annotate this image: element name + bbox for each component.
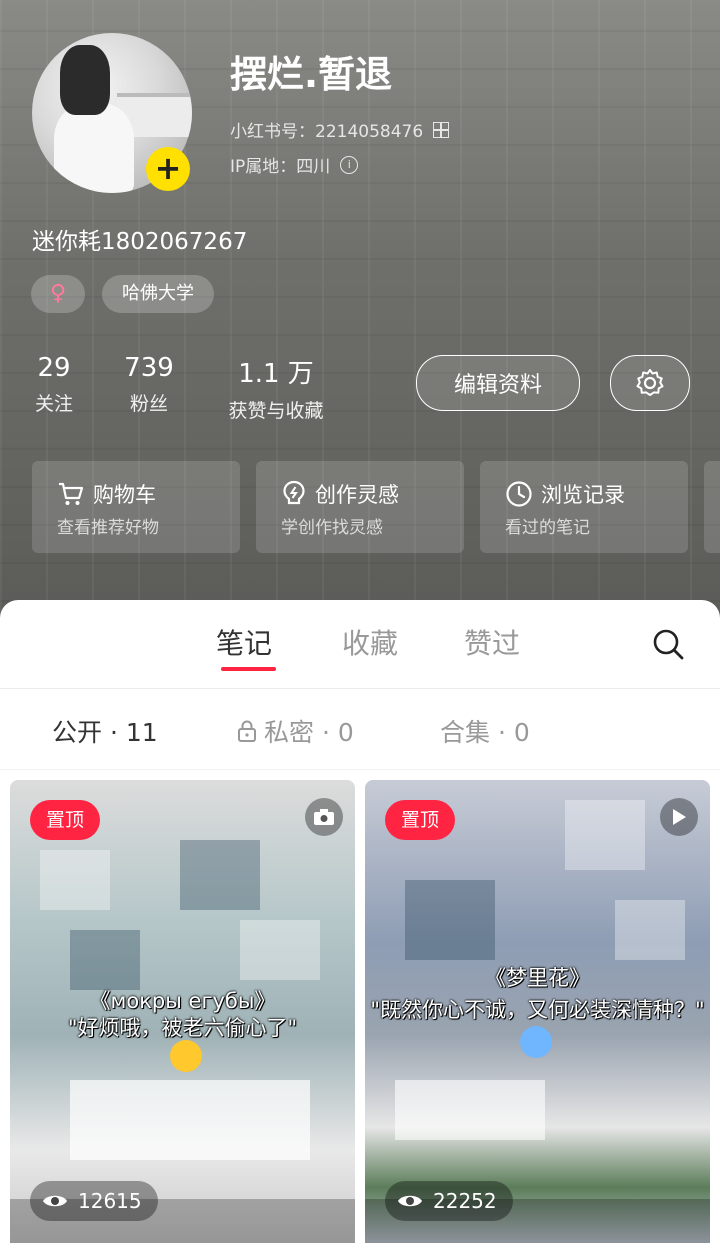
view-count-value: 12615 xyxy=(78,1189,142,1213)
stat-likes-label: 获赞与收藏 xyxy=(228,400,324,422)
feature-history-subtitle: 看过的笔记 xyxy=(505,518,590,538)
red-id-label: 小红书号： xyxy=(230,122,315,142)
view-count-value: 22252 xyxy=(433,1189,497,1213)
scene-block xyxy=(40,850,110,910)
pinned-badge: 置顶 xyxy=(385,800,455,840)
red-id-text: 小红书号：2214058476 xyxy=(230,117,423,142)
red-id-row: 小红书号：2214058476 xyxy=(230,117,450,142)
stat-following-label: 关注 xyxy=(34,393,73,415)
scene-block xyxy=(395,1080,545,1140)
eye-icon xyxy=(43,1195,67,1207)
stat-fans-value: 739 xyxy=(124,353,174,383)
gender-tag: ♀ xyxy=(31,275,85,313)
avatar-hair xyxy=(60,45,110,115)
feature-cart-title: 购物车 xyxy=(57,479,156,509)
note-overlay-title: 《мокры eгубы》 xyxy=(89,989,276,1013)
school-tag[interactable]: 哈佛大学 xyxy=(102,275,214,313)
scene-block xyxy=(70,930,140,990)
note-card[interactable]: 置顶 《мокры eгубы》 "好烦哦，被老六偷心了" 12615 xyxy=(10,780,355,1243)
subtab-private-label: 私密 · 0 xyxy=(264,718,354,747)
cart-icon xyxy=(59,482,84,505)
ip-row: IP属地：四川 i xyxy=(230,152,359,177)
info-icon[interactable]: i xyxy=(340,155,359,174)
scene-block xyxy=(240,920,320,980)
sunglasses-emoji-icon xyxy=(170,1040,202,1072)
stat-following[interactable]: 29 关注 xyxy=(30,353,78,416)
stat-likes-value: 1.1 万 xyxy=(238,359,314,389)
tab-notes[interactable]: 笔记 xyxy=(216,622,272,662)
ip-label: IP属地： xyxy=(230,157,297,177)
profile-header: + 摆烂.暂退 小红书号：2214058476 IP属地：四川 i 迷你耗180… xyxy=(0,0,720,640)
note-overlay-quote: "既然你心不诚，又何必装深情种？" xyxy=(370,998,705,1022)
search-icon[interactable] xyxy=(650,626,686,662)
sub-tabs: 公开 · 11 私密 · 0 合集 · 0 xyxy=(0,689,720,770)
feature-history[interactable]: 浏览记录 看过的笔记 xyxy=(480,461,688,553)
bio-text: 迷你耗1802067267 xyxy=(32,229,248,255)
camera-icon xyxy=(305,798,343,836)
edit-profile-button[interactable]: 编辑资料 xyxy=(416,355,580,411)
feature-history-title: 浏览记录 xyxy=(505,479,625,509)
subtab-public[interactable]: 公开 · 11 xyxy=(52,713,158,749)
gear-icon xyxy=(636,369,664,396)
notes-panel: 笔记 收藏 赞过 公开 · 11 私密 · 0 合集 · 0 置顶 《мокры… xyxy=(0,600,720,1243)
feature-more-partial[interactable] xyxy=(704,461,720,553)
scene-block xyxy=(565,800,645,870)
note-overlay-title: 《梦里花》 xyxy=(485,966,590,990)
active-tab-indicator xyxy=(221,667,276,671)
stat-fans[interactable]: 739 粉丝 xyxy=(120,353,178,416)
qr-code-icon[interactable] xyxy=(433,121,450,138)
scene-block xyxy=(70,1080,310,1160)
subtab-private[interactable]: 私密 · 0 xyxy=(236,713,354,749)
settings-button[interactable] xyxy=(610,355,690,411)
lightbulb-icon xyxy=(283,480,305,505)
scene-block xyxy=(180,840,260,910)
tab-favorites[interactable]: 收藏 xyxy=(342,622,398,662)
feature-inspiration-subtitle: 学创作找灵感 xyxy=(281,518,383,538)
view-count: 22252 xyxy=(385,1181,513,1221)
profile-name: 摆烂.暂退 xyxy=(230,53,393,96)
note-overlay-quote: "好烦哦，被老六偷心了" xyxy=(67,1016,298,1040)
tab-liked[interactable]: 赞过 xyxy=(464,622,520,662)
feature-history-label: 浏览记录 xyxy=(541,483,625,507)
eye-icon xyxy=(398,1195,422,1207)
scene-block xyxy=(615,900,685,960)
stat-following-value: 29 xyxy=(37,353,71,383)
add-avatar-button[interactable]: + xyxy=(146,147,190,191)
feature-inspiration-label: 创作灵感 xyxy=(315,483,399,507)
ip-text: IP属地：四川 xyxy=(230,152,330,177)
feature-cart-label: 购物车 xyxy=(93,483,156,507)
feature-cart[interactable]: 购物车 查看推荐好物 xyxy=(32,461,240,553)
view-count: 12615 xyxy=(30,1181,158,1221)
avatar-dress xyxy=(54,103,134,193)
pinned-badge: 置顶 xyxy=(30,800,100,840)
ip-value: 四川 xyxy=(296,157,331,177)
stat-likes[interactable]: 1.1 万 获赞与收藏 xyxy=(220,353,332,423)
red-id-value: 2214058476 xyxy=(315,122,424,142)
stat-fans-label: 粉丝 xyxy=(129,393,168,415)
feature-cart-subtitle: 查看推荐好物 xyxy=(57,518,159,538)
clock-icon xyxy=(506,481,532,507)
note-card[interactable]: 置顶 《梦里花》 "既然你心不诚，又何必装深情种？" 22252 xyxy=(365,780,710,1243)
play-icon xyxy=(660,798,698,836)
lock-icon xyxy=(238,720,256,742)
feature-inspiration[interactable]: 创作灵感 学创作找灵感 xyxy=(256,461,464,553)
scene-block xyxy=(405,880,495,960)
cold-face-emoji-icon xyxy=(520,1026,552,1058)
feature-inspiration-title: 创作灵感 xyxy=(281,479,399,509)
subtab-collections[interactable]: 合集 · 0 xyxy=(440,713,530,749)
main-tabs: 笔记 收藏 赞过 xyxy=(0,600,720,689)
